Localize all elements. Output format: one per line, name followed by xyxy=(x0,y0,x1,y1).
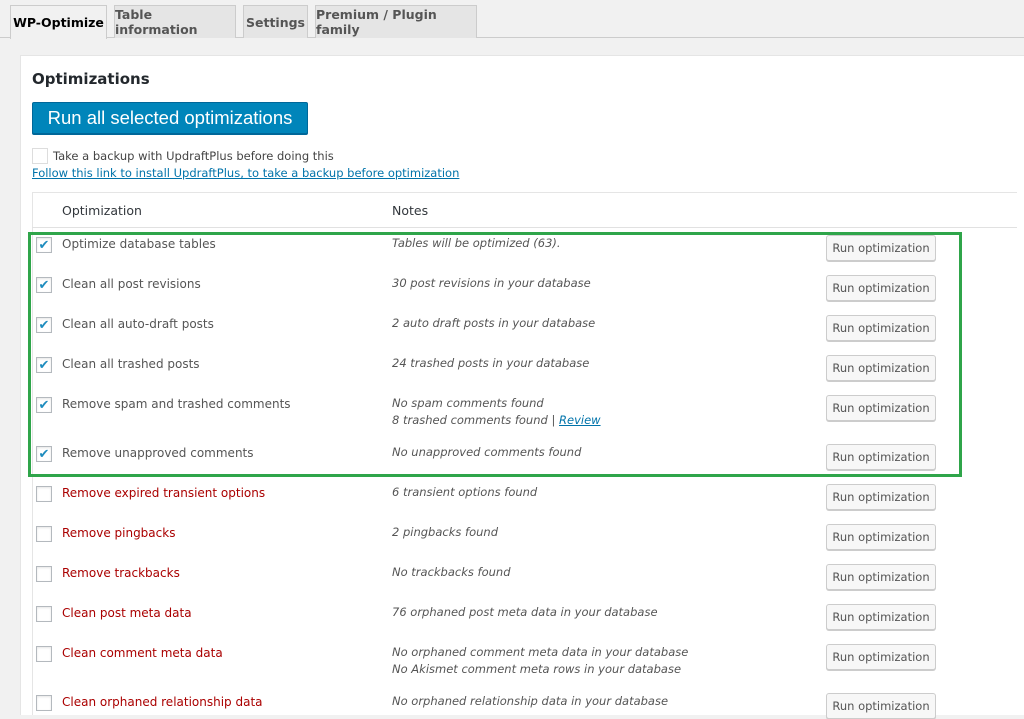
optimization-name: Remove pingbacks xyxy=(62,526,176,540)
optimization-checkbox[interactable] xyxy=(36,486,52,502)
optimization-name: Remove trackbacks xyxy=(62,566,180,580)
optimization-notes: 2 pingbacks found xyxy=(392,524,498,541)
note-text: No trackbacks found xyxy=(392,565,511,579)
note-text: No Akismet comment meta rows in your dat… xyxy=(392,662,682,676)
note-text: 76 orphaned post meta data in your datab… xyxy=(392,605,658,619)
note-text: No orphaned comment meta data in your da… xyxy=(392,645,689,659)
optimization-name: Clean orphaned relationship data xyxy=(62,695,263,709)
run-optimization-button[interactable]: Run optimization xyxy=(826,524,936,550)
tab-table-information[interactable]: Table information xyxy=(114,5,236,38)
optimization-notes: No orphaned comment meta data in your da… xyxy=(392,644,688,678)
column-header-optimization: Optimization xyxy=(62,203,142,218)
selected-optimizations-highlight xyxy=(28,232,962,477)
optimization-checkbox[interactable] xyxy=(36,695,52,711)
run-optimization-button[interactable]: Run optimization xyxy=(826,604,936,630)
backup-checkbox-label: Take a backup with UpdraftPlus before do… xyxy=(53,149,334,163)
nav-tab-bar: WP-Optimize Table information Settings P… xyxy=(0,0,1024,39)
tab-wp-optimize[interactable]: WP-Optimize xyxy=(10,5,107,39)
run-optimization-button[interactable]: Run optimization xyxy=(826,644,936,670)
backup-option: Take a backup with UpdraftPlus before do… xyxy=(32,148,334,164)
install-updraftplus-link[interactable]: Follow this link to install UpdraftPlus,… xyxy=(32,166,459,180)
note-line: No orphaned relationship data in your da… xyxy=(392,693,668,710)
column-header-notes: Notes xyxy=(392,203,429,218)
note-text: No orphaned relationship data in your da… xyxy=(392,694,669,708)
run-optimization-button[interactable]: Run optimization xyxy=(826,693,936,719)
note-text: 2 pingbacks found xyxy=(392,525,498,539)
optimization-checkbox[interactable] xyxy=(36,526,52,542)
optimization-checkbox[interactable] xyxy=(36,646,52,662)
backup-checkbox[interactable] xyxy=(32,148,48,164)
run-optimization-button[interactable]: Run optimization xyxy=(826,564,936,590)
run-optimization-button[interactable]: Run optimization xyxy=(826,484,936,510)
note-line: 76 orphaned post meta data in your datab… xyxy=(392,604,658,621)
optimization-notes: No orphaned relationship data in your da… xyxy=(392,693,668,710)
tab-settings[interactable]: Settings xyxy=(243,5,308,38)
tab-premium-plugin-family[interactable]: Premium / Plugin family xyxy=(315,5,477,38)
note-line: No Akismet comment meta rows in your dat… xyxy=(392,661,688,678)
optimization-checkbox[interactable] xyxy=(36,606,52,622)
optimization-notes: No trackbacks found xyxy=(392,564,511,581)
optimization-notes: 76 orphaned post meta data in your datab… xyxy=(392,604,658,621)
run-all-optimizations-button[interactable]: Run all selected optimizations xyxy=(32,102,308,134)
note-line: 6 transient options found xyxy=(392,484,537,501)
optimization-notes: 6 transient options found xyxy=(392,484,537,501)
note-line: No orphaned comment meta data in your da… xyxy=(392,644,688,661)
section-title: Optimizations xyxy=(32,70,150,88)
note-line: 2 pingbacks found xyxy=(392,524,498,541)
optimization-name: Clean post meta data xyxy=(62,606,192,620)
optimization-name: Remove expired transient options xyxy=(62,486,266,500)
note-line: No trackbacks found xyxy=(392,564,511,581)
optimization-checkbox[interactable] xyxy=(36,566,52,582)
optimization-name: Clean comment meta data xyxy=(62,646,223,660)
table-header xyxy=(32,192,1017,228)
note-text: 6 transient options found xyxy=(392,485,538,499)
